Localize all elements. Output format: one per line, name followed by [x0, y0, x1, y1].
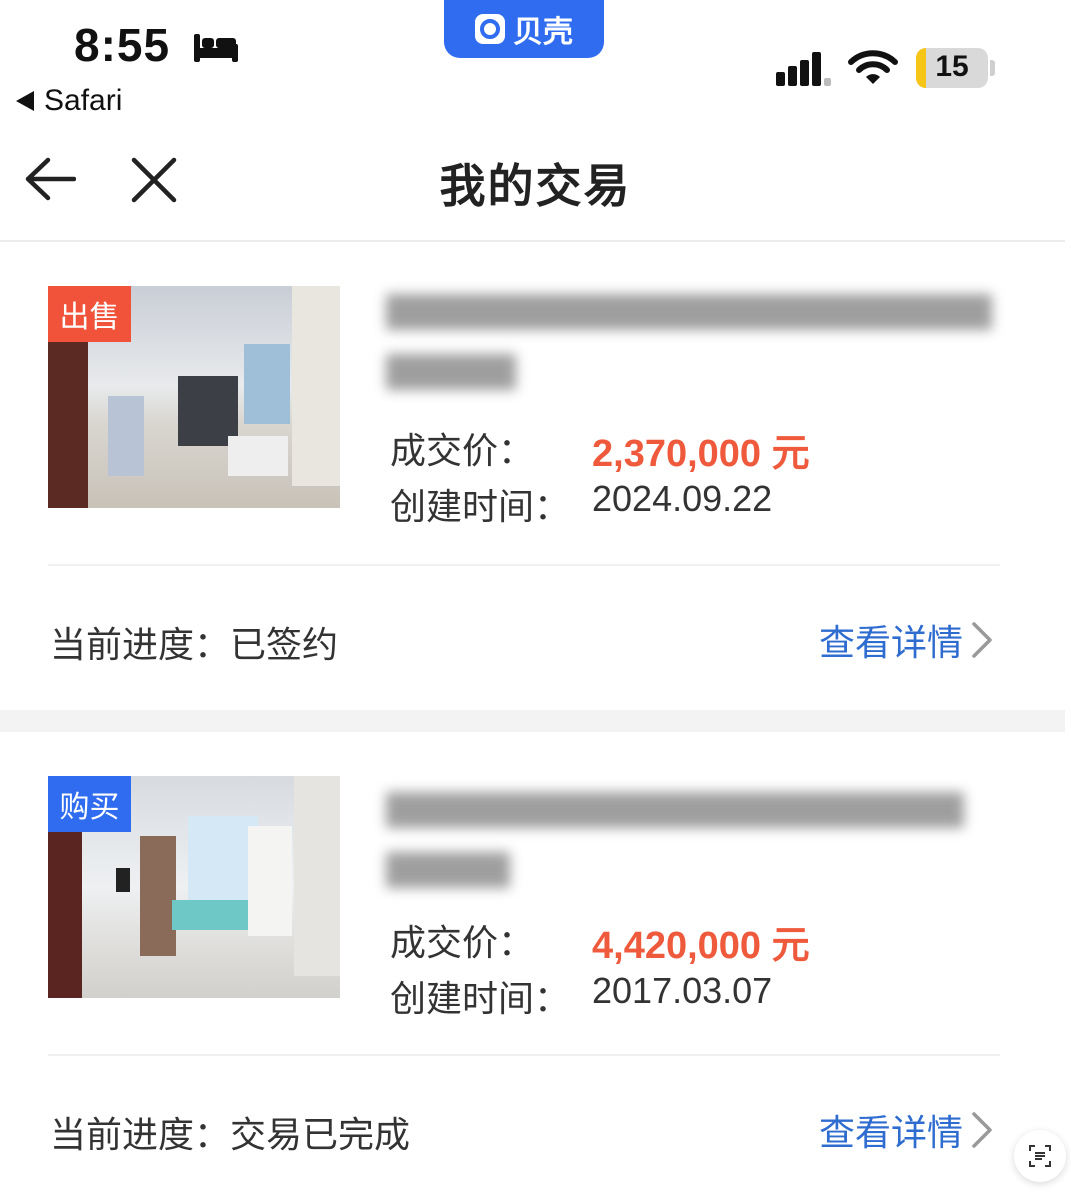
- property-photo: 购买: [48, 776, 340, 998]
- chevron-right-icon: [972, 622, 992, 658]
- created-row: 创建时间： 2017.03.07: [390, 970, 772, 1022]
- status-time: 8:55: [74, 19, 171, 71]
- cellular-signal-icon: [776, 52, 831, 86]
- price-row: 成交价： 2,370,000 元: [390, 422, 810, 477]
- created-value: 2024.09.22: [592, 478, 773, 519]
- back-app-label: Safari: [44, 84, 123, 117]
- sleep-focus-icon: [194, 34, 238, 62]
- progress-label: 当前进度：: [50, 1114, 231, 1155]
- progress-status: 当前进度：交易已完成: [50, 1106, 410, 1158]
- price-label: 成交价：: [390, 922, 535, 963]
- app-indicator[interactable]: 贝壳: [444, 0, 604, 58]
- created-row: 创建时间： 2024.09.22: [390, 478, 772, 530]
- view-details-label: 查看详情: [818, 622, 963, 663]
- transaction-card[interactable]: 购买 成交价： 4,420,000 元 创建时间： 2017.03.07 当前进…: [0, 732, 1065, 1200]
- price-row: 成交价： 4,420,000 元: [390, 914, 810, 969]
- transaction-type-tag: 出售: [48, 286, 131, 342]
- back-triangle-icon: [16, 91, 34, 111]
- battery-cap: [990, 60, 995, 76]
- property-title-redacted: [372, 272, 998, 418]
- card-divider: [48, 564, 1000, 566]
- created-value: 2017.03.07: [592, 970, 773, 1011]
- card-divider: [48, 1054, 1000, 1056]
- page-title: 我的交易: [439, 160, 632, 212]
- progress-status: 当前进度：已签约: [50, 616, 338, 668]
- created-label: 创建时间：: [390, 486, 571, 527]
- progress-label: 当前进度：: [50, 624, 231, 665]
- property-photo: 出售: [48, 286, 340, 508]
- price-value: 4,420,000 元: [592, 925, 810, 967]
- price-value: 2,370,000 元: [592, 433, 810, 475]
- beike-logo-icon: [475, 14, 505, 44]
- card-separator: [0, 710, 1065, 732]
- wifi-icon: [848, 50, 898, 84]
- view-details-link[interactable]: 查看详情: [819, 614, 993, 666]
- back-to-app-link[interactable]: Safari: [16, 84, 122, 118]
- created-label: 创建时间：: [390, 978, 571, 1019]
- chevron-right-icon: [972, 1112, 992, 1148]
- progress-value: 交易已完成: [230, 1114, 411, 1155]
- transaction-type-tag: 购买: [48, 776, 131, 832]
- app-name: 贝壳: [513, 16, 573, 49]
- price-label: 成交价：: [390, 430, 535, 471]
- text-scan-icon[interactable]: [1014, 1130, 1066, 1182]
- battery-indicator: 15: [916, 48, 988, 88]
- progress-value: 已签约: [230, 624, 339, 665]
- battery-level: 15: [935, 50, 969, 83]
- view-details-link[interactable]: 查看详情: [819, 1104, 993, 1156]
- transaction-card[interactable]: 出售 成交价： 2,370,000 元 创建时间： 2024.09.22 当前进…: [0, 242, 1065, 710]
- view-details-label: 查看详情: [818, 1112, 963, 1153]
- property-title-redacted: [372, 762, 998, 908]
